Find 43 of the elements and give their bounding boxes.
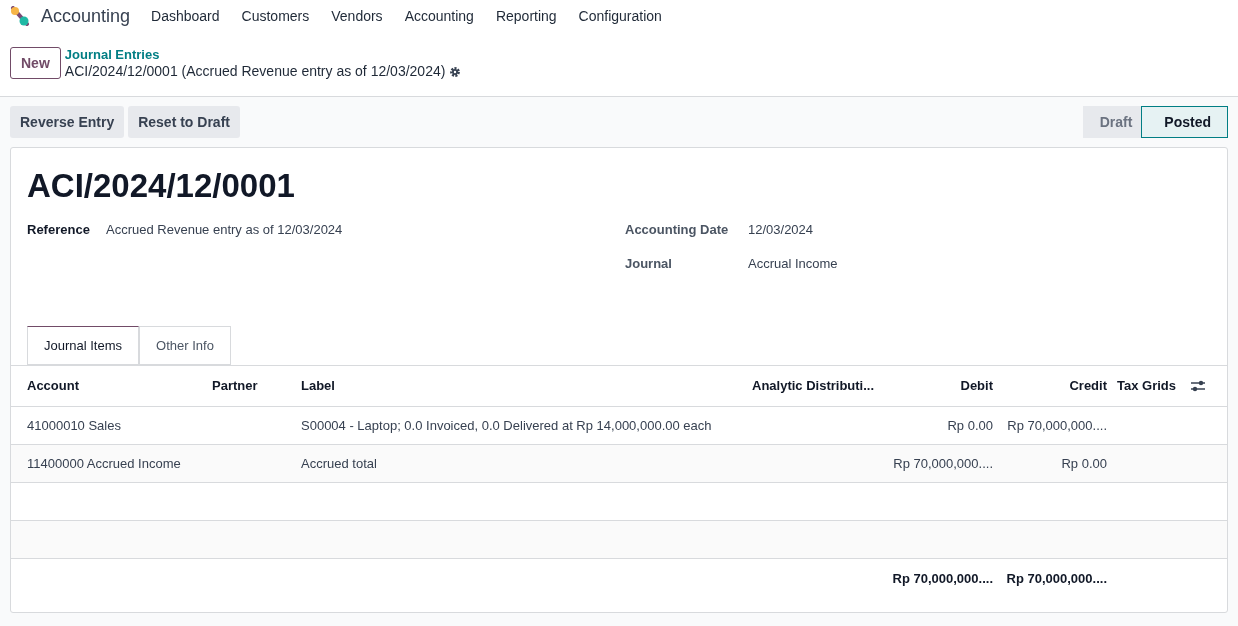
debit-total: Rp 70,000,000.... (891, 570, 994, 589)
column-header[interactable]: Partner (212, 376, 301, 396)
app-logo-icon[interactable] (10, 6, 30, 26)
menu-item[interactable]: Dashboard (140, 5, 231, 27)
menu-item[interactable]: Configuration (567, 5, 673, 27)
breadcrumb-link[interactable]: Journal Entries (64, 46, 462, 63)
table-cell-text: Accrued total (301, 454, 378, 473)
menu-item[interactable]: Vendors (320, 5, 394, 27)
field-label: Accounting Date (625, 221, 730, 239)
new-button[interactable]: New (10, 47, 61, 79)
status-stage[interactable]: Draft (1082, 106, 1142, 138)
menu-item[interactable]: Reporting (484, 5, 568, 27)
field-label: Reference (27, 221, 91, 239)
action-button[interactable]: Reverse Entry (10, 106, 125, 138)
app-name: Accounting (41, 4, 131, 28)
column-header[interactable]: Credit (997, 376, 1111, 396)
field-value: Accrual Income (748, 255, 838, 273)
field-value: 12/03/2024 (748, 221, 814, 239)
column-header[interactable]: Debit (882, 376, 997, 396)
action-button[interactable]: Reset to Draft (128, 106, 240, 138)
column-settings-icon[interactable] (1191, 380, 1205, 392)
field-label: Journal (625, 255, 673, 273)
field-value: Accrued Revenue entry as of 12/03/2024 (106, 221, 343, 239)
table-cell-text: Rp 70,000,000.... (1006, 416, 1108, 435)
credit-total: Rp 70,000,000.... (1005, 570, 1108, 589)
table-cell-text: Rp 0.00 (946, 416, 994, 435)
table-cell-text: Rp 70,000,000.... (892, 454, 994, 473)
table-cell-text: 41000010 Sales (27, 416, 122, 435)
table-cell-text: Rp 0.00 (1060, 454, 1108, 473)
tab[interactable]: Other Info (139, 326, 231, 365)
column-header[interactable]: Tax Grids (1111, 376, 1191, 396)
column-header[interactable]: Analytic Distributi... (752, 376, 882, 396)
table-cell-text: S00004 - Laptop; 0.0 Invoiced, 0.0 Delivered at Rp 14,000,000.00 each (301, 416, 713, 435)
column-header[interactable]: Account (27, 376, 212, 396)
status-stage[interactable]: Posted (1141, 106, 1228, 138)
record-name: ACI/2024/12/0001 (27, 166, 296, 206)
menu-item[interactable]: Accounting (393, 5, 485, 27)
record-title: ACI/2024/12/0001 (Accrued Revenue entry as of 12/03/2024) (64, 63, 446, 80)
settings-icon[interactable] (449, 65, 462, 78)
table-cell-text: 11400000 Accrued Income (27, 454, 182, 473)
menu-item[interactable]: Customers (230, 5, 321, 27)
tab[interactable]: Journal Items (27, 326, 140, 365)
column-header[interactable]: Label (301, 376, 752, 396)
